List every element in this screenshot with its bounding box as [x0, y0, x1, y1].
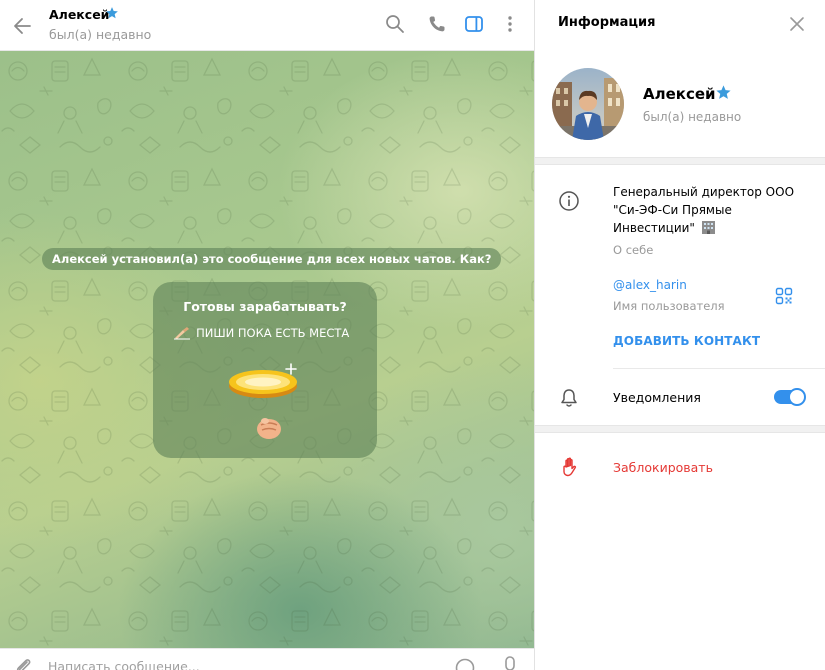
- greeting-subtitle-line: ПИШИ ПОКА ЕСТЬ МЕСТА: [173, 322, 350, 340]
- greeting-message-card: Готовы зарабатывать? ПИШИ ПОКА ЕСТЬ МЕСТ…: [153, 282, 377, 458]
- chat-header: Алексей был(а) недавно: [0, 0, 534, 51]
- close-icon[interactable]: [788, 15, 806, 33]
- phone-icon[interactable]: [426, 13, 448, 35]
- telegram-window: Алексей был(а) недавно Алексей установил…: [0, 0, 825, 670]
- more-vertical-icon[interactable]: [499, 13, 521, 35]
- section-separator: [535, 425, 825, 433]
- peer-name[interactable]: Алексей: [49, 7, 109, 22]
- profile-status: был(а) недавно: [643, 110, 742, 124]
- hand-emoji-icon: [257, 418, 281, 439]
- premium-star-icon: [106, 7, 118, 19]
- profile-name: Алексей: [643, 85, 716, 103]
- office-building-emoji-icon: [701, 221, 715, 234]
- info-icon: [559, 191, 579, 211]
- chat-column: Алексей был(а) недавно Алексей установил…: [0, 0, 534, 670]
- greeting-subtitle: ПИШИ ПОКА ЕСТЬ МЕСТА: [196, 325, 350, 340]
- peer-status: был(а) недавно: [49, 27, 152, 42]
- search-icon[interactable]: [384, 13, 406, 35]
- attach-icon[interactable]: [12, 655, 34, 670]
- message-input[interactable]: [48, 659, 428, 670]
- block-user-button[interactable]: Заблокировать: [613, 460, 713, 475]
- writing-hand-emoji-icon: [174, 326, 190, 339]
- toggle-knob: [788, 388, 806, 406]
- back-arrow-icon[interactable]: [10, 13, 36, 39]
- row-divider: [613, 368, 825, 369]
- bell-icon: [561, 389, 577, 407]
- microphone-icon[interactable]: [500, 655, 520, 670]
- notifications-toggle[interactable]: [774, 388, 806, 406]
- bio-label: О себе: [613, 243, 654, 257]
- coin-sticker-icon: [229, 363, 297, 398]
- add-contact-button[interactable]: ДОБАВИТЬ КОНТАКТ: [613, 334, 760, 348]
- greeting-title: Готовы зарабатывать?: [183, 299, 347, 314]
- qr-code-icon[interactable]: [775, 287, 793, 305]
- sidebar-toggle-icon[interactable]: [463, 13, 485, 35]
- section-separator: [535, 157, 825, 165]
- bio-text[interactable]: Генеральный директор ООО "Си-ЭФ-Си Прямы…: [613, 183, 808, 237]
- username-value[interactable]: @alex_harin: [613, 278, 687, 292]
- info-panel: Информация Алексей был(а) недавно Генера…: [535, 0, 825, 670]
- notifications-label: Уведомления: [613, 390, 701, 405]
- premium-star-icon[interactable]: [715, 84, 732, 101]
- avatar[interactable]: [552, 68, 624, 140]
- service-message[interactable]: Алексей установил(а) это сообщение для в…: [42, 248, 502, 270]
- username-label: Имя пользователя: [613, 299, 725, 313]
- emoji-icon[interactable]: [454, 657, 476, 670]
- chat-background: Алексей установил(а) это сообщение для в…: [0, 51, 534, 648]
- info-panel-title: Информация: [558, 15, 656, 30]
- block-hand-icon: [563, 457, 577, 477]
- message-composer: [0, 648, 534, 670]
